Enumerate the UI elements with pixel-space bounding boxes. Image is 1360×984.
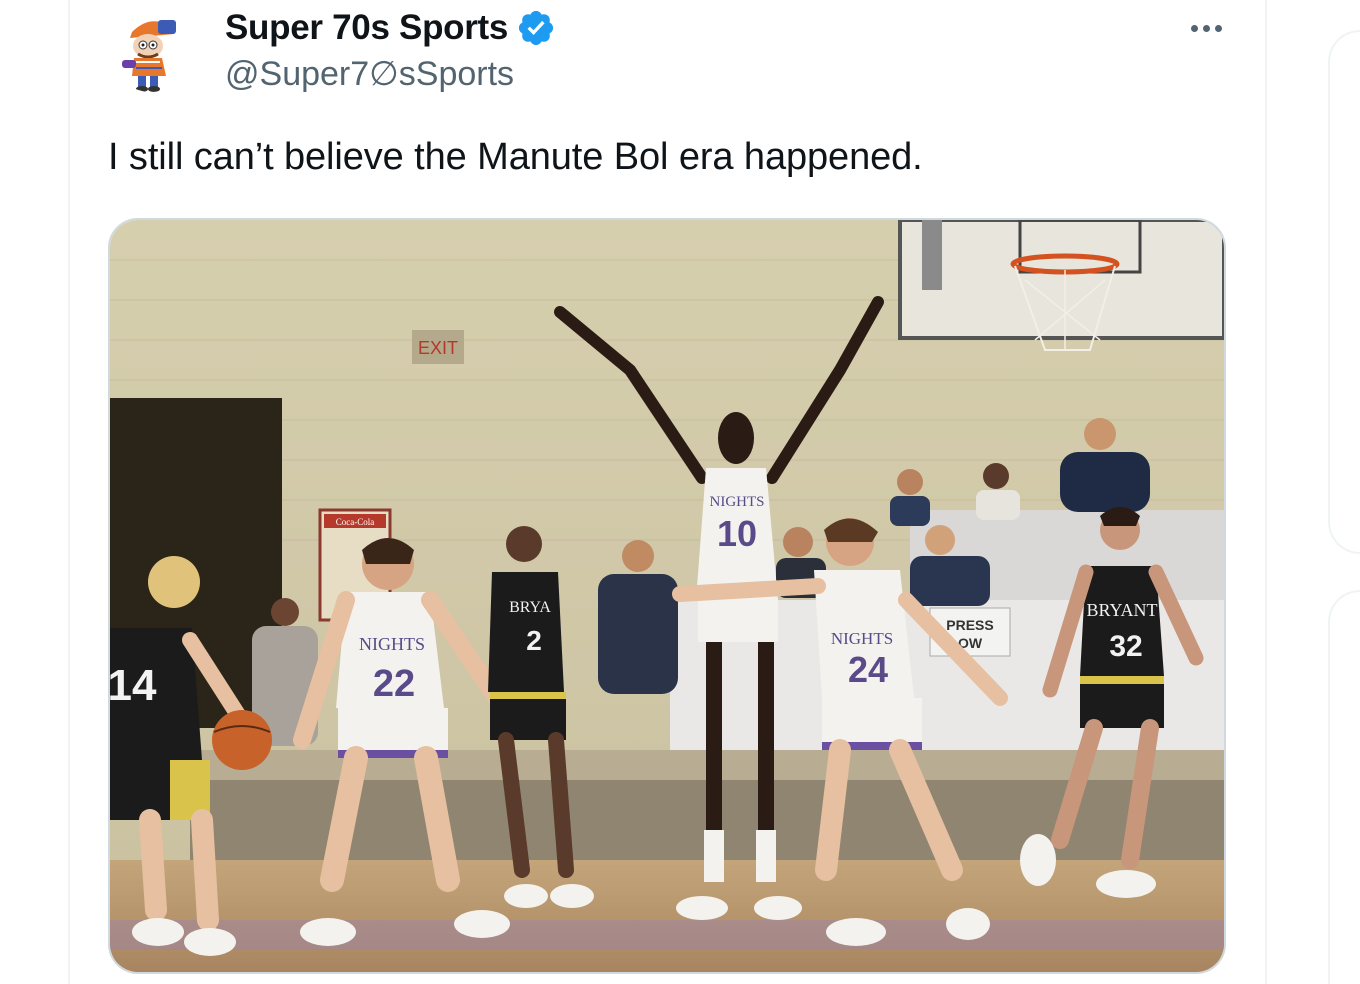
opponent-14-number: 14	[110, 661, 157, 710]
verified-badge-icon[interactable]	[516, 8, 556, 48]
author-handle[interactable]: @Super7∅sSports	[225, 54, 514, 94]
author-display-name[interactable]: Super 70s Sports	[225, 8, 508, 48]
player-22-number: 22	[373, 663, 415, 705]
sidebar-card-bottom	[1328, 590, 1360, 984]
author-name-row: Super 70s Sports	[225, 4, 556, 52]
sidebar-card-top	[1328, 30, 1360, 554]
dot	[1214, 24, 1222, 32]
center-player-number: 10	[717, 513, 757, 554]
coca-cola-text: Coca-Cola	[336, 517, 375, 527]
opponent-mid-team: BRYA	[509, 599, 551, 616]
timeline-left-border	[68, 0, 70, 984]
dot	[1190, 24, 1198, 32]
press-sign-line1: PRESS	[946, 617, 993, 633]
player-24-number: 24	[848, 649, 888, 690]
exit-sign-text: EXIT	[418, 338, 458, 358]
player-22-team: NIGHTS	[359, 634, 425, 654]
basketball-photo-illustration: EXIT Coca-Cola PRESS OW NIGHTS 10 NIGHTS…	[110, 220, 1224, 972]
tweet-photo[interactable]: EXIT Coca-Cola PRESS OW NIGHTS 10 NIGHTS…	[108, 218, 1226, 974]
dot	[1202, 24, 1210, 32]
opponent-mid-number: 2	[526, 625, 542, 656]
cartoon-mascot-avatar-icon	[110, 10, 192, 92]
more-dots-icon[interactable]	[1183, 10, 1229, 46]
author-avatar[interactable]	[110, 10, 192, 92]
center-player-team: NIGHTS	[710, 494, 765, 510]
player-24-team: NIGHTS	[831, 629, 893, 648]
opponent-32-number: 32	[1109, 630, 1142, 663]
opponent-32-team: BRYANT	[1086, 600, 1157, 620]
timeline-right-border	[1265, 0, 1267, 984]
tweet-text: I still can’t believe the Manute Bol era…	[108, 136, 923, 178]
tweet-page: Super 70s Sports @Super7∅sSports I still…	[0, 0, 1360, 984]
